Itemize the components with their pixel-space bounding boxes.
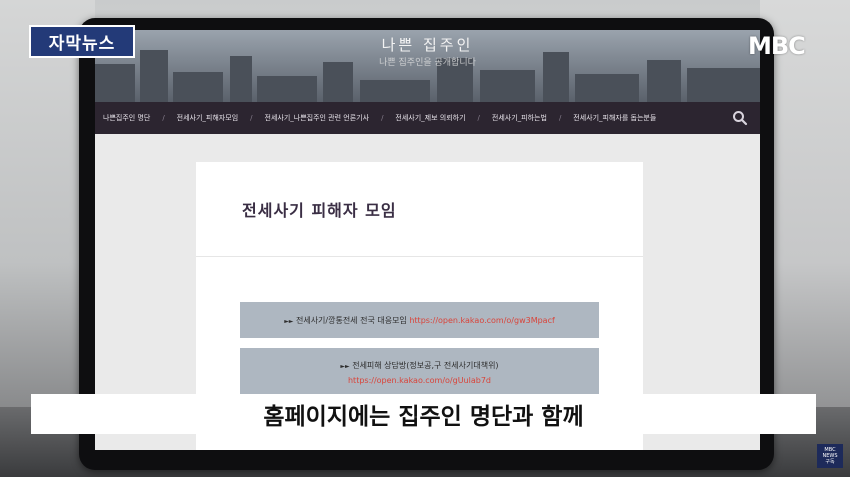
channel-badge: 자막뉴스 <box>29 25 135 58</box>
arrow-icon: ►► <box>340 363 350 370</box>
nav-item-bad-landlord-list[interactable]: 나쁜집주인 명단 <box>103 113 150 123</box>
caption-bar: 홈페이지에는 집주인 명단과 함께 <box>31 394 816 434</box>
divider <box>196 256 643 257</box>
box1-link[interactable]: https://open.kakao.com/o/gw3Mpacf <box>409 316 554 325</box>
box1-text: 전세사기/깡통전세 전국 대응모임 <box>295 315 407 325</box>
main-nav: 나쁜집주인 명단 / 전세사기_피해자모임 / 전세사기_나쁜집주인 관련 언론… <box>95 102 760 134</box>
nav-item-avoid[interactable]: 전세사기_피하는법 <box>492 113 547 123</box>
chat-link-box-1: ►► 전세사기/깡통전세 전국 대응모임 https://open.kakao.… <box>240 302 599 338</box>
site-title[interactable]: 나쁜 집주인 <box>95 34 760 55</box>
arrow-icon: ►► <box>284 317 294 325</box>
box2-text: 전세피해 상담방(정보공,구 전세사기대책위) <box>352 361 499 370</box>
network-logo: MBC <box>748 32 806 60</box>
search-icon[interactable] <box>732 110 748 126</box>
nav-item-report[interactable]: 전세사기_제보 의뢰하기 <box>395 113 465 123</box>
nav-item-helpers[interactable]: 전세사기_피해자를 돕는분들 <box>573 113 656 123</box>
box2-link[interactable]: https://open.kakao.com/o/gUulab7d <box>348 376 491 385</box>
nav-item-victim-group[interactable]: 전세사기_피해자모임 <box>177 113 238 123</box>
site-header-banner: 나쁜 집주인 나쁜 집주인을 공개합니다 <box>95 30 760 102</box>
subscribe-badge[interactable]: MBC NEWS 구독 <box>817 444 843 468</box>
laptop-screen: 나쁜 집주인 나쁜 집주인을 공개합니다 나쁜집주인 명단 / 전세사기_피해자… <box>95 30 760 450</box>
corner-badge-bottom: 구독 <box>825 459 835 465</box>
site-tagline: 나쁜 집주인을 공개합니다 <box>379 58 476 68</box>
post-title: 전세사기 피해자 모임 <box>242 201 397 220</box>
nav-item-press[interactable]: 전세사기_나쁜집주인 관련 언론기사 <box>265 113 370 123</box>
